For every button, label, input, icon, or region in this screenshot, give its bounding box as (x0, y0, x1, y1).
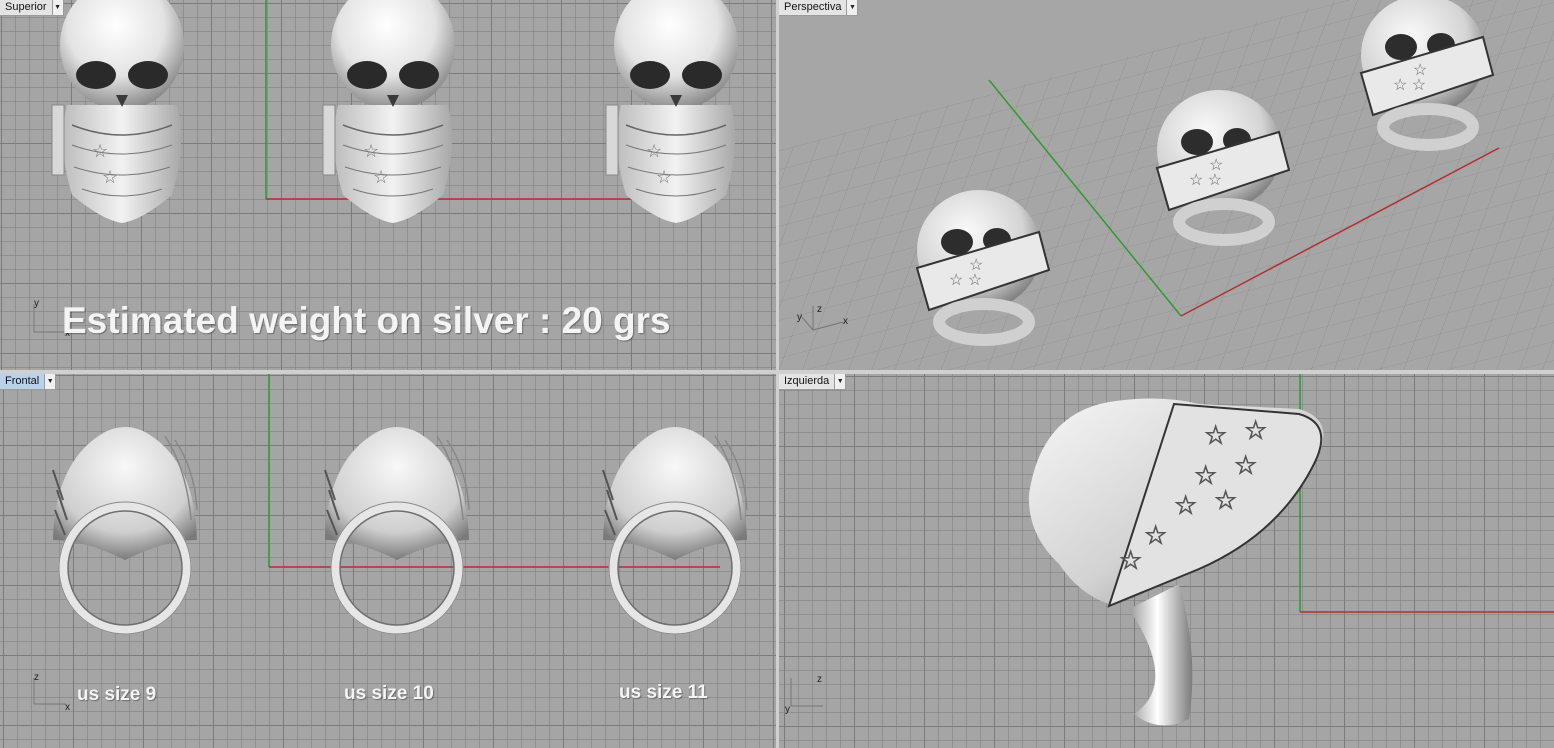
viewport-title: Superior (5, 1, 47, 13)
svg-text:☆: ☆ (1244, 415, 1267, 445)
viewport-tab-perspective[interactable]: Perspectiva ▼ (779, 0, 859, 16)
viewport-left[interactable]: Izquierda ▼ ☆ ☆ ☆ ☆ ☆ ☆ ☆ ☆ z y (779, 374, 1554, 748)
svg-text:☆: ☆ (1214, 485, 1237, 515)
viewport-title: Izquierda (784, 375, 830, 387)
svg-text:☆: ☆ (1204, 420, 1227, 450)
axis-label-x: x (843, 316, 848, 327)
dropdown-arrow-icon[interactable]: ▼ (846, 0, 858, 15)
axis-label-y: y (797, 312, 802, 323)
viewport-title: Frontal (5, 375, 40, 387)
axis-label-z: z (34, 672, 39, 683)
perspective-view-models: ☆ ☆ ☆ (779, 0, 1554, 370)
dropdown-arrow-icon[interactable]: ▼ (834, 374, 846, 389)
left-view-model: ☆ ☆ ☆☆ ☆ ☆ ☆☆ (1028, 374, 1554, 726)
weight-estimate-label: Estimated weight on silver : 20 grs (62, 300, 671, 341)
svg-text:☆: ☆ (1119, 545, 1142, 575)
viewport-tab-left[interactable]: Izquierda ▼ (779, 374, 847, 390)
size-label-10: us size 10 (344, 683, 434, 704)
viewport-perspective[interactable]: Perspectiva ▼ ☆ ☆ ☆ (779, 0, 1554, 370)
dropdown-arrow-icon[interactable]: ▼ (44, 374, 56, 389)
viewport-title: Perspectiva (784, 1, 842, 13)
axis-indicator: z x (33, 672, 70, 712)
dropdown-arrow-icon[interactable]: ▼ (51, 0, 63, 15)
axis-label-z: z (817, 674, 822, 685)
svg-text:☆: ☆ (1174, 490, 1197, 520)
size-label-11: us size 11 (619, 682, 708, 703)
viewport-tab-top[interactable]: Superior ▼ (0, 0, 64, 16)
axis-label-y: y (34, 298, 39, 309)
viewport-top[interactable]: Superior ▼ y x Estimated weight on silve… (0, 0, 776, 370)
viewport-tab-front[interactable]: Frontal ▼ (0, 374, 57, 390)
axis-label-x: x (65, 702, 70, 712)
size-label-9: us size 9 (77, 684, 157, 705)
axis-indicator: z x y (797, 304, 848, 331)
svg-text:☆: ☆ (1234, 450, 1257, 480)
axis-label-z: z (817, 304, 822, 315)
axis-indicator: z y (785, 674, 823, 714)
svg-text:☆: ☆ (1144, 520, 1167, 550)
axis-label-y: y (785, 704, 790, 714)
